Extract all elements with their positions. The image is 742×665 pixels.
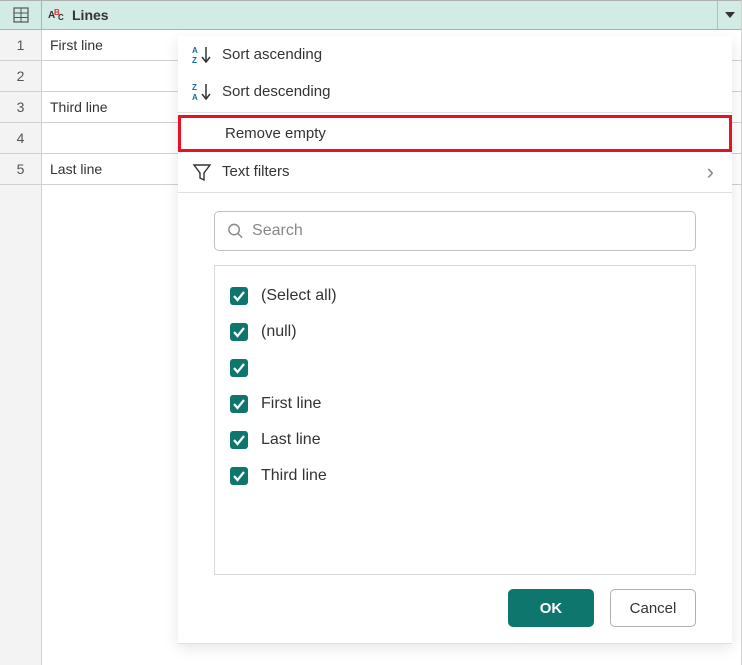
svg-text:Z: Z: [192, 56, 197, 65]
table-header-row: A B C Lines: [0, 0, 741, 30]
filter-values-list: (Select all) (null) First line Last line…: [214, 265, 696, 575]
row-number: 3: [0, 92, 42, 122]
text-filters-item[interactable]: Text filters ›: [178, 153, 732, 190]
filter-value-label: (Select all): [261, 287, 337, 305]
menu-item-label: Sort descending: [222, 83, 714, 100]
filter-value-label: Last line: [261, 431, 321, 449]
chevron-down-icon: [725, 12, 735, 18]
filter-value-label: First line: [261, 395, 321, 413]
checkbox-checked-icon: [229, 394, 249, 414]
checkbox-checked-icon: [229, 322, 249, 342]
cancel-button[interactable]: Cancel: [610, 589, 696, 627]
search-icon: [227, 222, 244, 240]
menu-separator: [178, 192, 732, 193]
row-number: 4: [0, 123, 42, 153]
column-filter-popup: A Z Sort ascending Z A Sort descending R…: [178, 36, 732, 644]
checkbox-checked-icon: [229, 466, 249, 486]
dialog-buttons: OK Cancel: [178, 575, 732, 627]
filter-blank[interactable]: [229, 350, 681, 386]
svg-text:C: C: [58, 13, 64, 22]
remove-empty-item[interactable]: Remove empty: [178, 115, 732, 152]
menu-separator: [178, 112, 732, 113]
text-type-icon: A B C: [48, 6, 66, 25]
filter-icon: [192, 162, 222, 182]
chevron-right-icon: ›: [707, 159, 714, 185]
column-header-lines[interactable]: A B C Lines: [42, 1, 741, 29]
button-label: Cancel: [630, 600, 677, 617]
menu-item-label: Remove empty: [195, 125, 711, 142]
row-number: 2: [0, 61, 42, 91]
sort-descending-item[interactable]: Z A Sort descending: [178, 73, 732, 110]
button-label: OK: [540, 600, 563, 617]
filter-value-label: Third line: [261, 467, 327, 485]
column-dropdown-button[interactable]: [717, 1, 741, 29]
filter-value-label: (null): [261, 323, 297, 341]
table-icon: [13, 7, 29, 23]
sort-ascending-item[interactable]: A Z Sort ascending: [178, 36, 732, 73]
row-number: 5: [0, 154, 42, 184]
row-number: 1: [0, 30, 42, 60]
sort-desc-icon: Z A: [192, 82, 222, 102]
column-header-label: Lines: [72, 7, 109, 23]
sort-asc-icon: A Z: [192, 45, 222, 65]
svg-text:Z: Z: [192, 83, 197, 92]
search-box[interactable]: [214, 211, 696, 251]
ok-button[interactable]: OK: [508, 589, 594, 627]
checkbox-checked-icon: [229, 430, 249, 450]
filter-value-first-line[interactable]: First line: [229, 386, 681, 422]
filter-value-last-line[interactable]: Last line: [229, 422, 681, 458]
menu-item-label: Sort ascending: [222, 46, 714, 63]
search-input[interactable]: [252, 222, 683, 240]
checkbox-checked-icon: [229, 286, 249, 306]
checkbox-checked-icon: [229, 358, 249, 378]
filter-value-third-line[interactable]: Third line: [229, 458, 681, 494]
table-corner-cell[interactable]: [0, 1, 42, 29]
filter-select-all[interactable]: (Select all): [229, 278, 681, 314]
menu-item-label: Text filters: [222, 163, 707, 180]
filter-null[interactable]: (null): [229, 314, 681, 350]
svg-text:A: A: [192, 46, 198, 55]
svg-text:A: A: [192, 93, 198, 102]
